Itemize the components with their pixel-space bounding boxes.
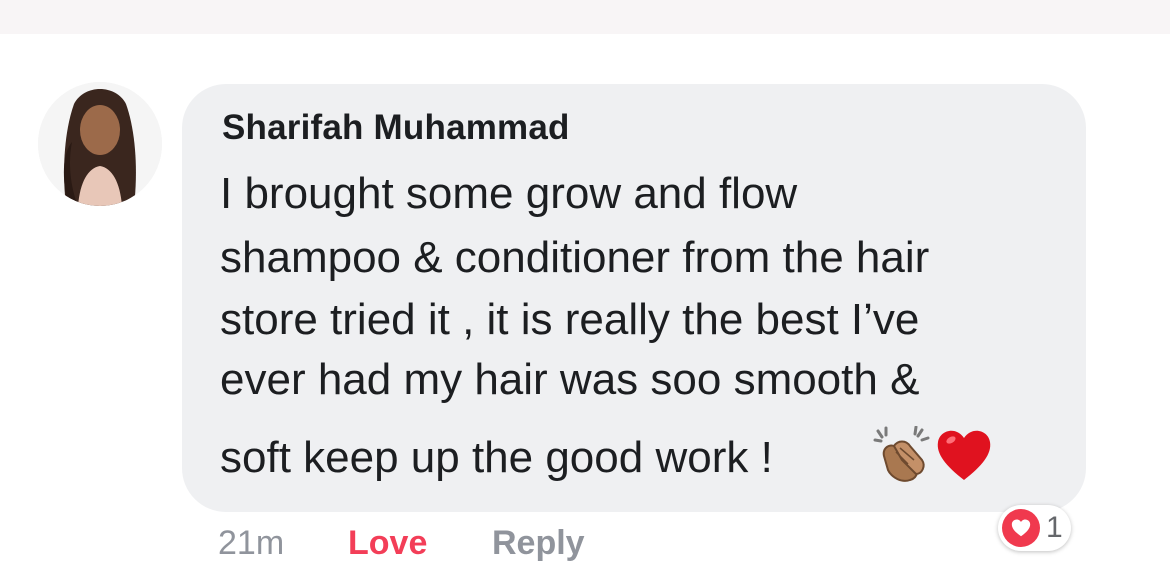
comment-text-line: I brought some grow and flow [220,169,798,218]
comment-text-line: ever had my hair was soo smooth & [220,355,920,404]
love-reaction-icon [1002,509,1040,547]
reaction-count: 1 [1046,511,1063,544]
comment-text-line: store tried it , it is really the best I… [220,295,920,344]
reaction-summary[interactable]: 1 [998,505,1071,551]
avatar-photo [38,82,162,206]
comment-text-line: shampoo & conditioner from the hair [220,233,930,282]
heart-icon [934,424,994,489]
top-band [0,0,1170,34]
clapping-hands-icon [872,425,932,491]
comment-author[interactable]: Sharifah Muhammad [222,108,570,148]
comment-text-line: soft keep up the good work ! [220,433,773,482]
avatar[interactable] [38,82,162,206]
